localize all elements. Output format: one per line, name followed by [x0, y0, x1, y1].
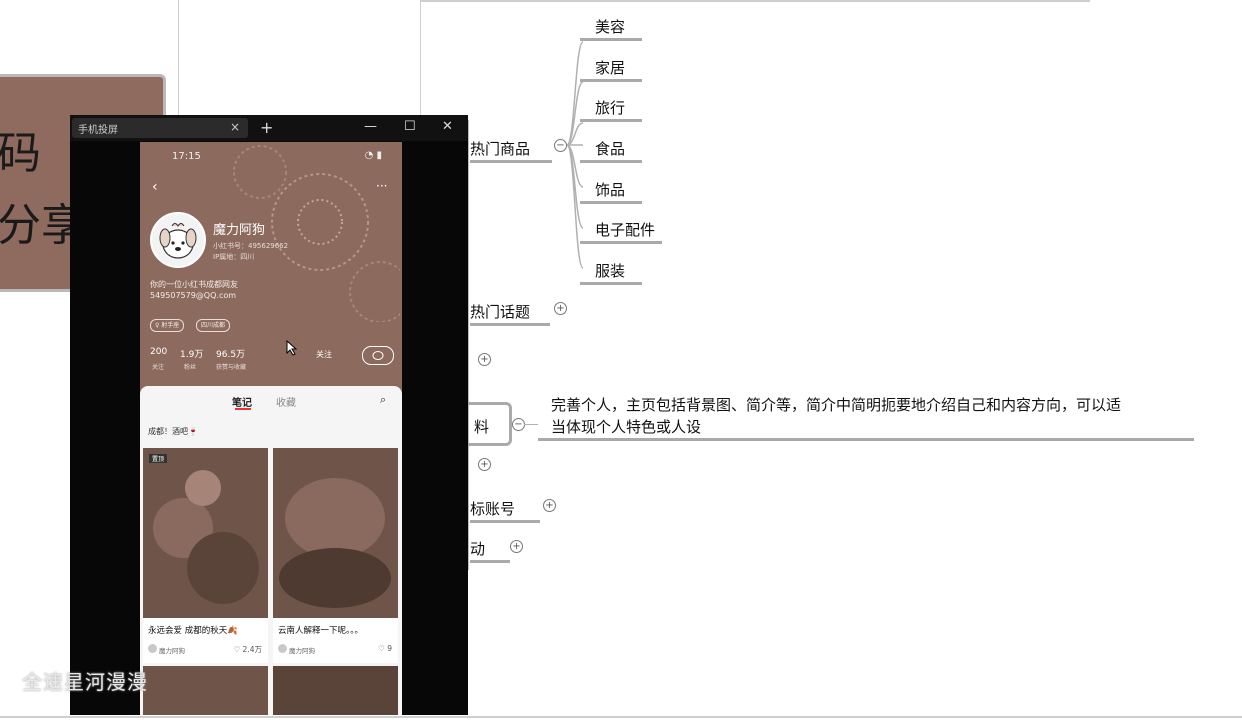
stat-following-label: 关注 [152, 364, 165, 371]
status-time: 17:15 [172, 151, 201, 162]
node-electronics[interactable]: 电子配件 [595, 219, 655, 240]
note-author: 魔力阿狗 [289, 647, 315, 655]
note-author: 魔力阿狗 [159, 647, 185, 655]
node-hot-products[interactable]: 热门商品 [470, 138, 530, 159]
tab-favorites[interactable]: 收藏 [276, 394, 296, 409]
follow-button[interactable]: 关注 [316, 349, 332, 360]
tab-notes[interactable]: 笔记 [232, 394, 252, 409]
node-underline [580, 160, 642, 163]
node-beauty[interactable]: 美容 [595, 16, 625, 37]
profile-id: 小红书号：495629662 [213, 242, 289, 250]
node-home[interactable]: 家居 [595, 57, 625, 78]
branch-connector [524, 424, 538, 425]
expand-icon[interactable]: + [510, 540, 523, 553]
phone-mirror-window[interactable]: 手机投屏 × + — ☐ ✕ 17:15 ◔ ▮ ‹ ··· 魔力阿狗 小红书号… [70, 115, 468, 715]
node-underline [580, 241, 662, 244]
window-tab[interactable]: 手机投屏 × [72, 118, 248, 138]
node-travel[interactable]: 旅行 [595, 97, 625, 118]
node-underline [470, 323, 550, 326]
status-icons: ◔ ▮ [364, 150, 382, 161]
author-avatar [148, 644, 157, 653]
node-underline [580, 38, 642, 41]
node-hot-topics[interactable]: 热门话题 [470, 301, 530, 322]
node-profile[interactable]: 料 [474, 416, 489, 437]
more-icon[interactable]: ··· [376, 179, 387, 193]
node-underline [470, 160, 552, 163]
window-tab-title: 手机投屏 [78, 125, 118, 136]
watermark: 全速星河漫漫 [22, 670, 148, 694]
note-card[interactable] [273, 666, 398, 715]
expand-icon[interactable]: + [543, 499, 556, 512]
note-card[interactable]: 云南人解释一下呢。。。 魔力阿狗 ♡ 9 [273, 448, 398, 663]
maximize-icon[interactable]: ☐ [404, 119, 416, 134]
node-underline [580, 201, 642, 204]
note-image [273, 448, 398, 618]
stat-following-count[interactable]: 200 [150, 347, 167, 357]
pinned-badge: 置顶 [149, 454, 168, 463]
expand-icon[interactable]: + [554, 302, 567, 315]
stat-likes-count[interactable]: 96.5万 [216, 347, 245, 360]
author-avatar [278, 644, 287, 653]
note-likes[interactable]: ♡ 2.4万 [233, 644, 262, 655]
close-icon[interactable]: ✕ [442, 119, 453, 134]
note-title: 云南人解释一下呢。。。 [278, 626, 364, 636]
profile-ip: IP属地：四川 [213, 253, 255, 261]
phone-screen[interactable]: 17:15 ◔ ▮ ‹ ··· 魔力阿狗 小红书号：495629662 IP属地… [140, 142, 402, 715]
note-card[interactable] [143, 666, 268, 715]
expand-icon[interactable]: + [478, 458, 491, 471]
node-underline [580, 79, 642, 82]
window-titlebar[interactable]: 手机投屏 × + — ☐ ✕ [70, 115, 468, 141]
profile-email: 549507579@QQ.com [150, 291, 237, 300]
dog-avatar-icon [159, 223, 197, 259]
node-food[interactable]: 食品 [595, 138, 625, 159]
profile-note-line2[interactable]: 当体现个人特色或人设 [551, 416, 701, 437]
node-underline [538, 438, 1194, 441]
mindmap-trunk [468, 120, 469, 570]
node-benchmark-accounts[interactable]: 标账号 [470, 498, 515, 519]
search-icon[interactable]: ⌕ [380, 393, 386, 407]
chat-icon [372, 351, 384, 360]
expand-icon[interactable]: + [478, 353, 491, 366]
pinned-collection[interactable]: 成都！酒吧🍷 [148, 426, 198, 437]
canvas-divider [178, 0, 179, 115]
profile-name: 魔力阿狗 [213, 223, 266, 238]
node-underline [580, 119, 642, 122]
active-tab-indicator [235, 408, 251, 410]
profile-tag[interactable]: 四川成都 [196, 319, 231, 332]
canvas-bottom-rule [0, 716, 1242, 718]
note-title: 永远会爱 成都的秋天🍂 [148, 626, 238, 636]
node-underline [470, 520, 540, 523]
avatar[interactable] [150, 212, 206, 268]
node-underline [470, 560, 510, 563]
slide-text-line1: 码 [0, 128, 41, 179]
minimize-icon[interactable]: — [364, 119, 377, 134]
mouse-cursor-icon [286, 340, 298, 356]
profile-bio: 你的一位小红书成都网友 [150, 280, 238, 289]
chat-button[interactable] [362, 346, 394, 365]
canvas-divider [420, 0, 421, 115]
node-underline [580, 282, 642, 285]
node-clothing[interactable]: 服装 [595, 260, 625, 281]
note-likes[interactable]: ♡ 9 [378, 644, 392, 653]
back-arrow-icon[interactable]: ‹ [152, 179, 158, 195]
note-card[interactable]: 置顶 永远会爱 成都的秋天🍂 魔力阿狗 ♡ 2.4万 [143, 448, 268, 663]
node-interaction[interactable]: 动 [470, 538, 485, 559]
new-tab-icon[interactable]: + [260, 118, 273, 137]
notes-feed[interactable]: 笔记 收藏 ⌕ 成都！酒吧🍷 置顶 永远会爱 成都的秋天🍂 魔力阿狗 ♡ 2.4… [140, 386, 402, 715]
profile-note-line1[interactable]: 完善个人，主页包括背景图、简介等，简介中简明扼要地介绍自己和内容方向，可以适 [551, 394, 1121, 415]
tab-close-icon[interactable]: × [230, 120, 240, 134]
stat-likes-label: 获赞与收藏 [216, 364, 247, 371]
profile-tag[interactable]: ♀ 射手座 [150, 319, 185, 332]
canvas-top-rule [420, 0, 1090, 2]
stat-followers-label: 粉丝 [184, 364, 197, 371]
stat-followers-count[interactable]: 1.9万 [180, 347, 203, 360]
note-image: 置顶 [143, 448, 268, 618]
node-accessories[interactable]: 饰品 [595, 179, 625, 200]
